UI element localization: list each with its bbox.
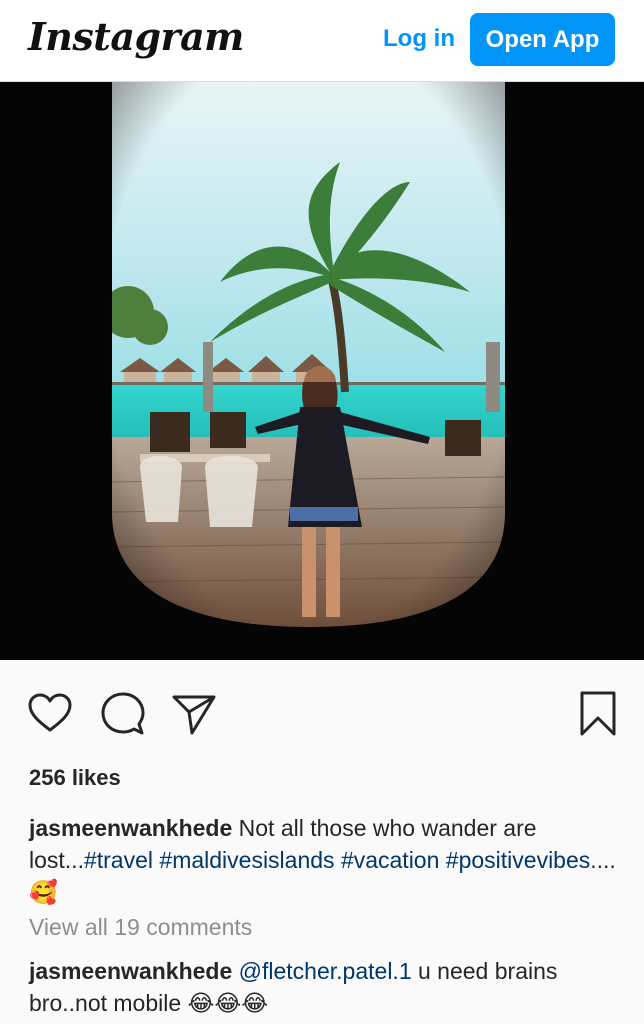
view-all-comments-link[interactable]: View all 19 comments: [29, 914, 252, 941]
comment: jasmeenwankhede @fletcher.patel.1 u need…: [29, 955, 619, 1020]
heart-icon[interactable]: [28, 693, 72, 738]
paper-plane-icon[interactable]: [172, 693, 216, 740]
post-actions: [0, 660, 644, 750]
comment-mention[interactable]: @fletcher.patel.1: [239, 958, 412, 984]
post-photo: [0, 82, 644, 660]
open-app-button[interactable]: Open App: [470, 13, 615, 66]
comment-icon[interactable]: [101, 692, 145, 741]
comment-username[interactable]: jasmeenwankhede: [29, 958, 232, 984]
bookmark-icon[interactable]: [580, 691, 616, 742]
hashtag-maldivesislands[interactable]: #maldivesislands: [159, 847, 334, 873]
post-image[interactable]: [0, 82, 644, 660]
top-bar: Instagram Log in Open App: [0, 0, 644, 82]
caption-trailing: ....: [590, 847, 616, 873]
hashtag-vacation[interactable]: #vacation: [341, 847, 439, 873]
laughing-emoji: 😂😂😂: [187, 991, 269, 1017]
caption-username[interactable]: jasmeenwankhede: [29, 815, 232, 841]
instagram-logo[interactable]: Instagram: [28, 14, 244, 59]
smiling-hearts-emoji: 🥰: [29, 880, 58, 906]
hashtag-travel[interactable]: #travel: [84, 847, 153, 873]
login-link[interactable]: Log in: [383, 25, 455, 53]
post-caption: jasmeenwankhede Not all those who wander…: [29, 812, 619, 909]
hashtag-positivevibes[interactable]: #positivevibes: [446, 847, 590, 873]
likes-count[interactable]: 256 likes: [29, 765, 121, 791]
